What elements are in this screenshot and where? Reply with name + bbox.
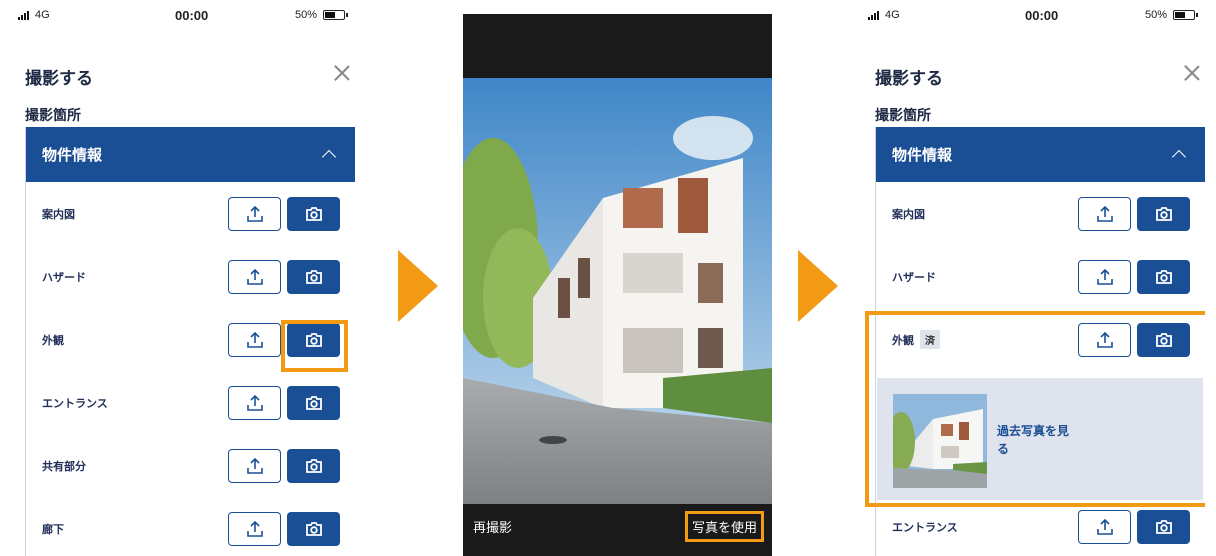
list-item: 案内図 xyxy=(26,182,355,245)
camera-button[interactable] xyxy=(287,512,340,546)
upload-icon xyxy=(246,268,263,285)
upload-button[interactable] xyxy=(228,260,281,294)
camera-button[interactable] xyxy=(287,386,340,420)
upload-icon xyxy=(246,394,263,411)
upload-button[interactable] xyxy=(228,323,281,357)
camera-button[interactable] xyxy=(1137,510,1190,544)
step-arrow xyxy=(398,250,438,322)
camera-button[interactable] xyxy=(1137,260,1190,294)
retake-button[interactable]: 再撮影 xyxy=(473,517,512,536)
building-photo xyxy=(463,78,772,504)
camera-button[interactable] xyxy=(1137,197,1190,231)
section-label: 撮影箇所 xyxy=(25,108,81,124)
upload-icon xyxy=(246,520,263,537)
row-label: 案内図 xyxy=(42,207,75,221)
list-item: ハザード xyxy=(26,245,355,308)
step-arrow xyxy=(798,250,838,322)
clock: 00:00 xyxy=(175,8,209,23)
battery-percent: 50% xyxy=(294,9,317,21)
camera-icon xyxy=(305,270,322,284)
row-label: エントランス xyxy=(42,396,108,410)
upload-icon xyxy=(246,205,263,222)
signal-icon xyxy=(868,10,879,20)
row-label: ハザード xyxy=(892,270,936,284)
camera-icon xyxy=(1155,207,1172,221)
camera-button[interactable] xyxy=(287,197,340,231)
clock: 00:00 xyxy=(1025,8,1059,23)
network-label: 4G xyxy=(885,9,900,21)
upload-icon xyxy=(1096,268,1113,285)
upload-icon xyxy=(246,457,263,474)
row-label: エントランス xyxy=(892,520,958,534)
camera-icon xyxy=(305,207,322,221)
list-item: ハザード xyxy=(876,245,1205,308)
upload-icon xyxy=(1096,518,1113,535)
camera-button[interactable] xyxy=(287,260,340,294)
upload-button[interactable] xyxy=(1078,510,1131,544)
upload-button[interactable] xyxy=(1078,197,1131,231)
camera-toolbar: 再撮影 写真を使用 xyxy=(463,492,772,556)
phone-screen-after: 4G 00:00 50% 撮影する 撮影箇所 物件情報 案内図 ハザード 外観済 xyxy=(865,0,1205,556)
network-label: 4G xyxy=(35,9,50,21)
upload-icon xyxy=(246,331,263,348)
accordion-title: 物件情報 xyxy=(892,146,953,164)
row-label: 廊下 xyxy=(42,522,64,536)
modal-title: 撮影する xyxy=(875,69,943,89)
row-label: 外観 xyxy=(42,333,64,347)
list-item: 廊下 xyxy=(26,497,355,556)
modal-title: 撮影する xyxy=(25,69,93,89)
phone-screen-before: 4G 00:00 50% 撮影する 撮影箇所 物件情報 案内図 ハザード 外観 xyxy=(15,0,355,556)
list-item: エントランス xyxy=(26,371,355,434)
list-item: 案内図 xyxy=(876,182,1205,245)
camera-icon xyxy=(1155,520,1172,534)
upload-button[interactable] xyxy=(228,449,281,483)
chevron-up-icon xyxy=(321,149,337,165)
battery-icon xyxy=(323,10,348,20)
list-item: 共有部分 xyxy=(26,434,355,497)
upload-icon xyxy=(1096,205,1113,222)
camera-icon xyxy=(305,459,322,473)
battery-percent: 50% xyxy=(1144,9,1167,21)
camera-icon xyxy=(305,522,322,536)
upload-button[interactable] xyxy=(228,512,281,546)
close-icon[interactable] xyxy=(329,60,355,86)
camera-button[interactable] xyxy=(287,449,340,483)
upload-button[interactable] xyxy=(228,197,281,231)
row-label: 共有部分 xyxy=(42,459,86,473)
accordion-header[interactable]: 物件情報 xyxy=(26,127,355,182)
row-label: ハザード xyxy=(42,270,86,284)
camera-icon xyxy=(305,396,322,410)
status-bar: 4G 00:00 50% xyxy=(15,0,355,30)
camera-icon xyxy=(1155,270,1172,284)
row-label: 案内図 xyxy=(892,207,925,221)
battery-icon xyxy=(1173,10,1198,20)
accordion-header[interactable]: 物件情報 xyxy=(876,127,1205,182)
signal-icon xyxy=(18,10,29,20)
upload-button[interactable] xyxy=(228,386,281,420)
status-bar: 4G 00:00 50% xyxy=(865,0,1205,30)
use-photo-button[interactable]: 写真を使用 xyxy=(684,511,764,542)
highlight-camera-button xyxy=(281,320,348,372)
chevron-up-icon xyxy=(1171,149,1187,165)
highlight-exterior-row xyxy=(865,311,1205,507)
camera-preview: 再撮影 写真を使用 xyxy=(463,14,772,556)
section-label: 撮影箇所 xyxy=(875,108,931,124)
close-icon[interactable] xyxy=(1179,60,1205,86)
upload-button[interactable] xyxy=(1078,260,1131,294)
accordion-title: 物件情報 xyxy=(42,146,103,164)
